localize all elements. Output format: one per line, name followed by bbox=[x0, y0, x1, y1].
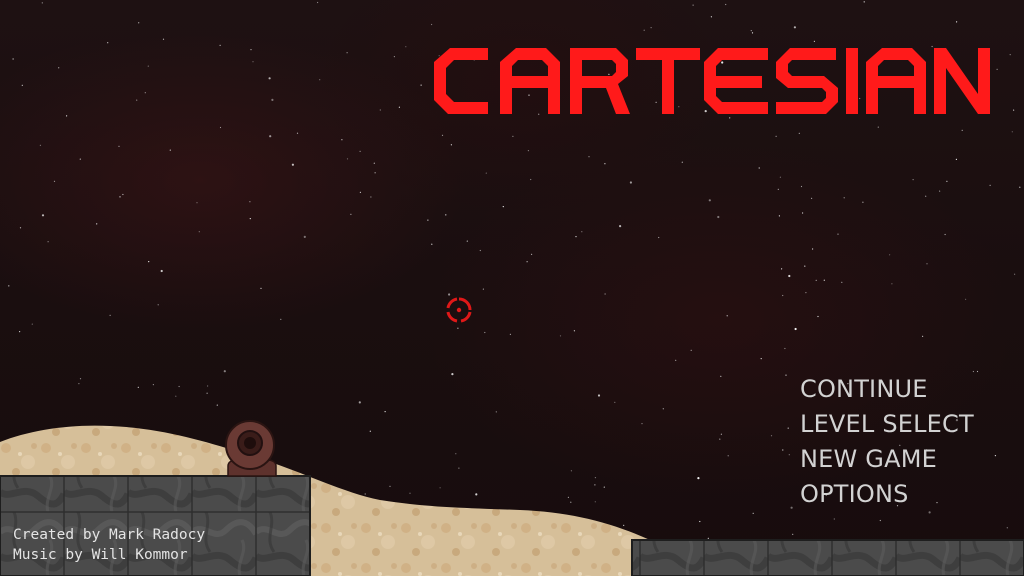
menu-item-level-select[interactable]: LEVEL SELECT bbox=[800, 407, 1020, 442]
credits: Created by Mark Radocy Music by Will Kom… bbox=[13, 525, 205, 565]
title-screen: CARTESIAN bbox=[0, 0, 1024, 576]
cannon-icon bbox=[225, 420, 277, 477]
credits-music: Music by Will Kommor bbox=[13, 547, 188, 563]
menu-item-continue[interactable]: CONTINUE bbox=[800, 372, 1020, 407]
menu-item-options[interactable]: OPTIONS bbox=[800, 477, 1020, 512]
main-menu: CONTINUE LEVEL SELECT NEW GAME OPTIONS bbox=[800, 372, 1020, 512]
menu-item-new-game[interactable]: NEW GAME bbox=[800, 442, 1020, 477]
stone-block-right bbox=[631, 539, 1024, 576]
credits-creator: Created by Mark Radocy bbox=[13, 527, 206, 543]
